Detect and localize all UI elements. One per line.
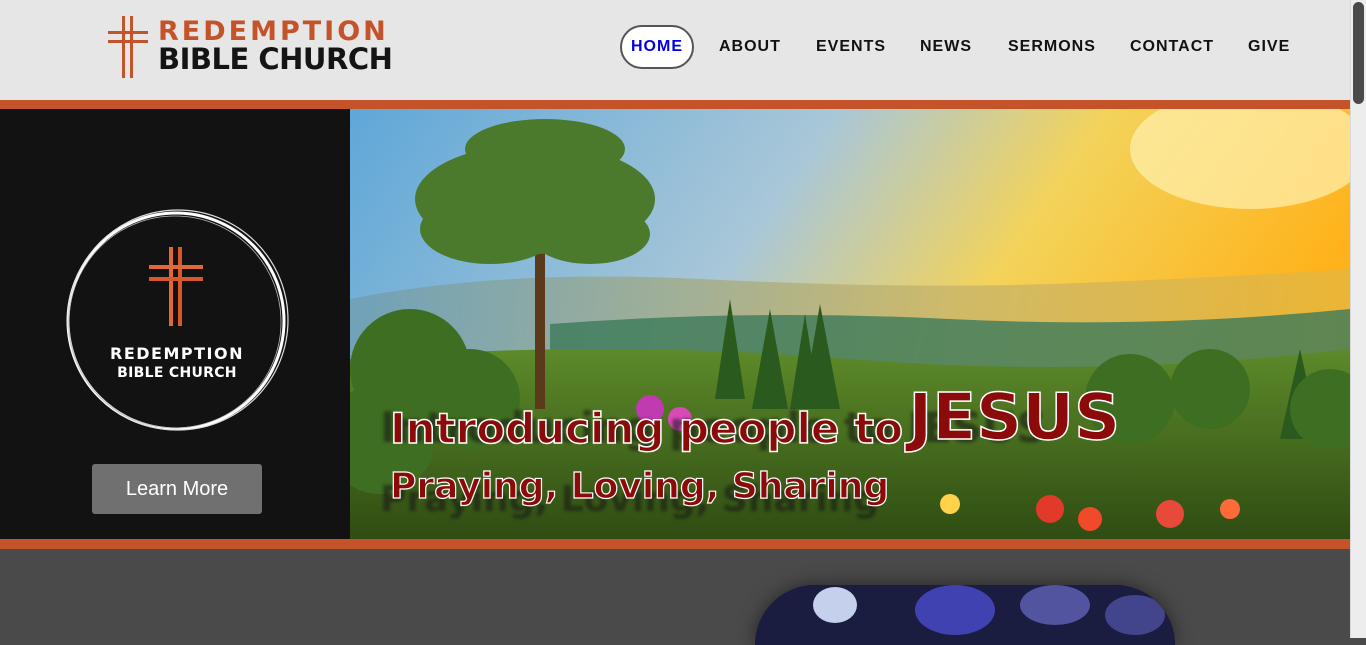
cross-icon xyxy=(108,16,148,78)
church-badge: REDEMPTION BIBLE CHURCH xyxy=(64,207,290,435)
headline-emphasis: JESUS xyxy=(908,380,1121,456)
accent-divider-top xyxy=(0,100,1350,109)
badge-line-1: REDEMPTION xyxy=(110,344,244,363)
accent-divider-bottom xyxy=(0,539,1350,549)
nav-about[interactable]: ABOUT xyxy=(719,25,781,69)
hero-subheadline: Praying, Loving, Sharing xyxy=(389,465,890,507)
hero-landscape-image: Introducing people to JESUS Praying, Lov… xyxy=(350,109,1350,539)
page-scrollbar[interactable] xyxy=(1350,0,1366,638)
learn-more-button[interactable]: Learn More xyxy=(92,464,262,514)
media-thumbnail[interactable] xyxy=(755,585,1175,645)
scrollbar-thumb[interactable] xyxy=(1353,2,1364,104)
nav-give[interactable]: GIVE xyxy=(1248,25,1290,69)
stage-lights-image xyxy=(755,585,1175,645)
church-logo[interactable]: REDEMPTION BIBLE CHURCH xyxy=(108,16,408,80)
nav-contact[interactable]: CONTACT xyxy=(1130,25,1214,69)
nav-events[interactable]: EVENTS xyxy=(816,25,886,69)
headline-prefix: Introducing people to xyxy=(389,403,903,454)
badge-cross-icon xyxy=(149,247,203,326)
nav-news[interactable]: NEWS xyxy=(920,25,972,69)
badge-line-2: BIBLE CHURCH xyxy=(117,365,237,381)
nav-sermons[interactable]: SERMONS xyxy=(1008,25,1096,69)
badge-circle-icon xyxy=(66,209,289,431)
hero-section: REDEMPTION BIBLE CHURCH Learn More Intro… xyxy=(0,109,1350,539)
nav-home[interactable]: HOME xyxy=(620,25,694,69)
site-header: REDEMPTION BIBLE CHURCH HOME ABOUT EVENT… xyxy=(0,0,1350,100)
logo-line-2: BIBLE CHURCH xyxy=(158,42,393,76)
hero-sidebar: REDEMPTION BIBLE CHURCH Learn More xyxy=(0,109,350,539)
content-section xyxy=(0,549,1350,645)
hero-headline: Introducing people to JESUS xyxy=(389,380,1121,459)
